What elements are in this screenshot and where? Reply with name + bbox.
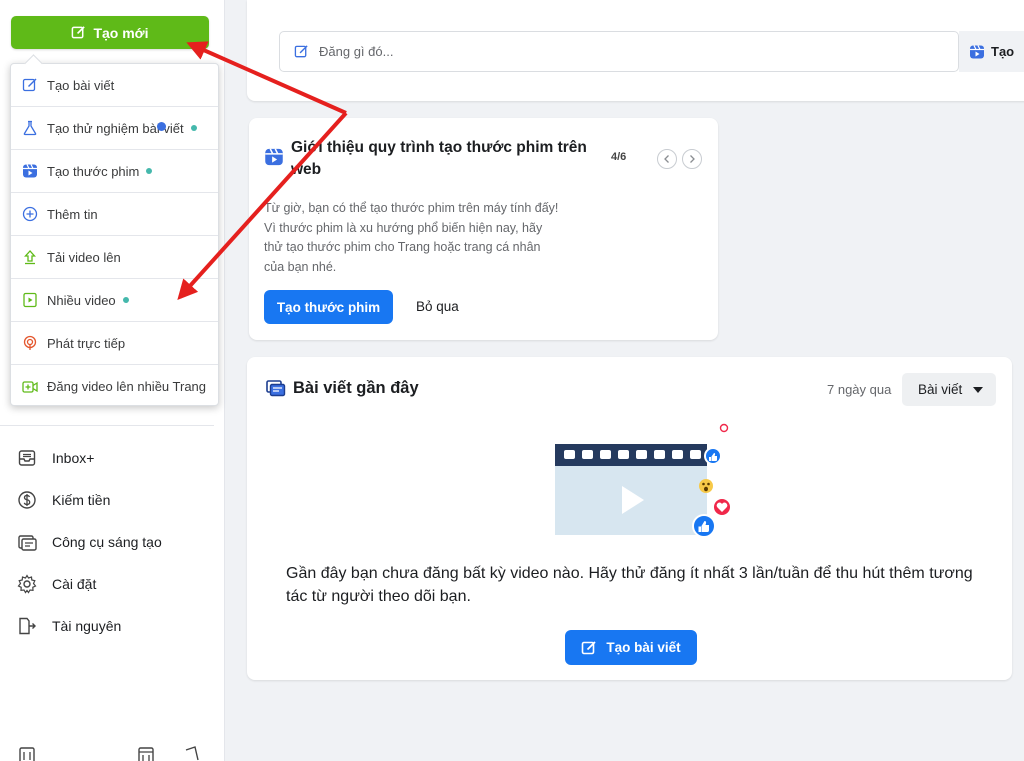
create-reel-button[interactable]: Tạo thước phim <box>264 290 393 324</box>
caret-down-icon <box>973 386 984 393</box>
reels-icon <box>265 148 283 166</box>
posts-icon <box>266 380 286 397</box>
gear-icon <box>17 574 37 594</box>
menu-item-label: Nhiều video <box>47 292 116 308</box>
edit-icon <box>72 26 86 39</box>
skip-button[interactable]: Bỏ qua <box>416 299 459 314</box>
menu-item-label: Phát trực tiếp <box>47 335 126 351</box>
menu-item-add-story[interactable]: Thêm tin <box>11 193 218 236</box>
upload-icon <box>22 249 38 265</box>
menu-item-create-post[interactable]: Tạo bài viết <box>11 64 218 107</box>
next-button[interactable] <box>682 149 702 169</box>
grid-icon[interactable] <box>18 746 36 761</box>
sidebar-item-label: Công cụ sáng tạo <box>52 534 162 550</box>
sidebar-item-label: Kiếm tiền <box>52 492 111 508</box>
edit-icon <box>22 77 38 93</box>
intro-description: Từ giờ, bạn có thể tạo thước phim trên m… <box>264 201 559 274</box>
sidebar-divider <box>0 425 214 426</box>
post-type-label: Bài viết <box>918 382 963 397</box>
resources-icon <box>17 616 37 636</box>
sidebar-item-resources[interactable]: Tài nguyên <box>0 605 225 647</box>
sidebar-nav: Inbox+ Kiếm tiền Công cụ sáng tạo Cài đặ… <box>0 437 225 647</box>
menu-item-multi-video[interactable]: Nhiều video <box>11 279 218 322</box>
recent-posts-title: Bài viết gần đây <box>293 379 419 397</box>
composer-create-label: Tạo <box>991 44 1015 59</box>
multi-video-icon <box>22 292 38 308</box>
recent-posts-card: Bài viết gần đây 7 ngày qua Bài viết Gần… <box>247 357 1012 680</box>
reels-intro-card: Giới thiệu quy trình tạo thước phim trên… <box>249 118 718 340</box>
empty-state-message: Gần đây bạn chưa đăng bất kỳ video nào. … <box>286 565 973 605</box>
flask-icon <box>22 120 38 136</box>
crosspost-video-icon <box>22 379 38 395</box>
sidebar-item-settings[interactable]: Cài đặt <box>0 563 225 605</box>
new-dot <box>190 125 197 131</box>
create-menu: Tạo bài viết Tạo thử nghiệm bài viết Tạo… <box>10 63 219 406</box>
create-new-label: Tạo mới <box>93 24 149 41</box>
intro-title: Giới thiệu quy trình tạo thước phim trên… <box>291 139 587 178</box>
reels-icon <box>970 44 984 58</box>
menu-item-go-live[interactable]: Phát trực tiếp <box>11 322 218 365</box>
edit-icon <box>582 640 596 654</box>
calendar-icon[interactable] <box>137 746 155 761</box>
create-new-button[interactable]: Tạo mới <box>11 16 209 49</box>
sidebar-item-inbox[interactable]: Inbox+ <box>0 437 225 479</box>
composer-placeholder: Đăng gì đó... <box>319 44 394 59</box>
edit-icon <box>294 45 308 58</box>
cursor-dot <box>157 122 166 131</box>
prev-button[interactable] <box>657 149 677 169</box>
inbox-icon <box>17 448 37 468</box>
sidebar-footer <box>0 746 225 761</box>
create-post-button[interactable]: Tạo bài viết <box>565 630 697 665</box>
menu-item-label: Tạo thước phim <box>47 163 140 179</box>
menu-item-label: Tải video lên <box>47 249 121 265</box>
sidebar-item-label: Inbox+ <box>52 450 95 466</box>
menu-item-post-test[interactable]: Tạo thử nghiệm bài viết <box>11 107 218 150</box>
bookmark-icon[interactable] <box>183 746 201 761</box>
sidebar-item-creative-tools[interactable]: Công cụ sáng tạo <box>0 521 225 563</box>
menu-item-upload-video[interactable]: Tải video lên <box>11 236 218 279</box>
menu-item-label: Tạo bài viết <box>47 77 115 93</box>
chevron-left-icon <box>664 155 669 163</box>
menu-item-label: Thêm tin <box>47 206 98 222</box>
reels-icon <box>22 163 38 179</box>
create-post-label: Tạo bài viết <box>606 640 681 655</box>
new-dot <box>122 297 129 303</box>
sidebar-item-monetization[interactable]: Kiếm tiền <box>0 479 225 521</box>
dollar-icon <box>17 490 37 510</box>
chevron-right-icon <box>690 155 695 163</box>
composer-card: Đăng gì đó... Tạo <box>247 0 1024 101</box>
sidebar-item-label: Tài nguyên <box>52 618 122 634</box>
menu-item-label: Đăng video lên nhiều Trang <box>47 379 207 394</box>
composer-create-button[interactable]: Tạo <box>959 31 1024 72</box>
date-range: 7 ngày qua <box>827 382 892 397</box>
new-dot <box>146 168 153 174</box>
plus-circle-icon <box>22 206 38 222</box>
empty-video-illustration <box>555 423 732 538</box>
creative-tools-icon <box>17 532 37 552</box>
sidebar-item-label: Cài đặt <box>52 576 97 592</box>
post-type-dropdown[interactable]: Bài viết <box>902 373 996 406</box>
composer-input[interactable]: Đăng gì đó... <box>279 31 959 72</box>
menu-item-crosspost-video[interactable]: Đăng video lên nhiều Trang <box>11 365 218 408</box>
sidebar: Tạo mới Tạo bài viết Tạo thử nghiệm bài … <box>0 0 225 761</box>
intro-step-count: 4/6 <box>611 151 627 163</box>
menu-item-create-reel[interactable]: Tạo thước phim <box>11 150 218 193</box>
live-icon <box>22 335 38 351</box>
